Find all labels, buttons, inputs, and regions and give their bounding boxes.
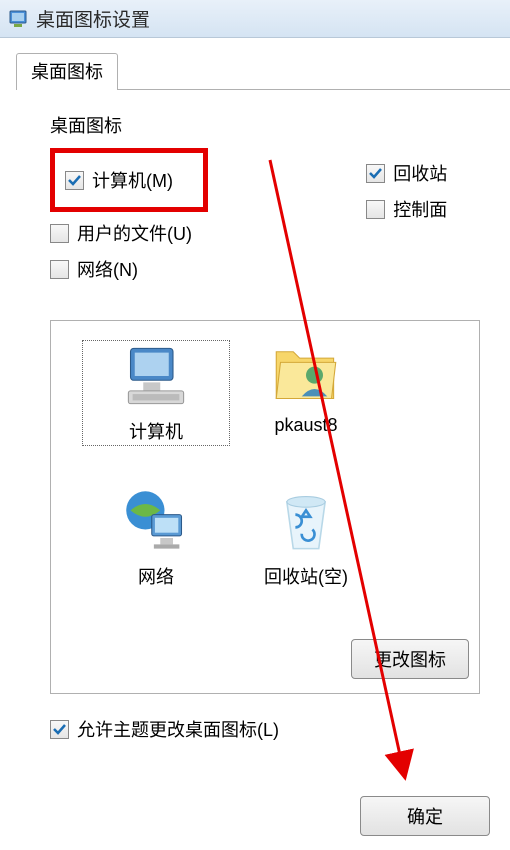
checkbox-userfiles[interactable]: [50, 224, 69, 243]
icons-panel: 计算机 pkaust8 网络: [50, 320, 480, 694]
icon-label-recycle-empty: 回收站(空): [231, 563, 381, 589]
icon-item-user[interactable]: pkaust8: [231, 339, 381, 447]
checkbox-allow-theme[interactable]: [50, 720, 69, 739]
tab-panel: 桌面图标 计算机(M) 用户的文件(U): [16, 89, 510, 789]
recycle-bin-empty-icon: [272, 487, 340, 555]
icon-item-computer[interactable]: 计算机: [81, 339, 231, 447]
group-label: 桌面图标: [50, 112, 510, 138]
checkbox-recycle-label: 回收站: [393, 160, 447, 186]
checkbox-computer[interactable]: [65, 171, 84, 190]
highlight-annotation: 计算机(M): [50, 148, 208, 212]
checkbox-network[interactable]: [50, 260, 69, 279]
window-body: 桌面图标 桌面图标 计算机(M) 用户的文件(U): [0, 38, 510, 789]
checkbox-network-label: 网络(N): [77, 256, 138, 282]
checkbox-controlpanel-label: 控制面: [393, 196, 447, 222]
icon-item-network[interactable]: 网络: [81, 487, 231, 589]
tab-desktop-icons[interactable]: 桌面图标: [16, 53, 118, 90]
ok-button[interactable]: 确定: [360, 796, 490, 836]
computer-icon: [122, 342, 190, 410]
window-icon: [8, 9, 28, 29]
change-icon-button[interactable]: 更改图标: [351, 639, 469, 679]
network-icon: [122, 487, 190, 555]
user-folder-icon: [272, 339, 340, 407]
icon-label-computer: 计算机: [84, 418, 228, 444]
checkbox-computer-label: 计算机(M): [92, 167, 173, 193]
icon-label-network: 网络: [81, 563, 231, 589]
checkbox-allow-theme-label: 允许主题更改桌面图标(L): [77, 716, 279, 742]
checkbox-userfiles-label: 用户的文件(U): [77, 220, 192, 246]
icon-item-recycle-empty[interactable]: 回收站(空): [231, 487, 381, 589]
titlebar: 桌面图标设置: [0, 0, 510, 38]
checkbox-controlpanel[interactable]: [366, 200, 385, 219]
checkbox-recycle[interactable]: [366, 164, 385, 183]
icon-label-user: pkaust8: [231, 415, 381, 436]
window-title: 桌面图标设置: [36, 5, 150, 32]
